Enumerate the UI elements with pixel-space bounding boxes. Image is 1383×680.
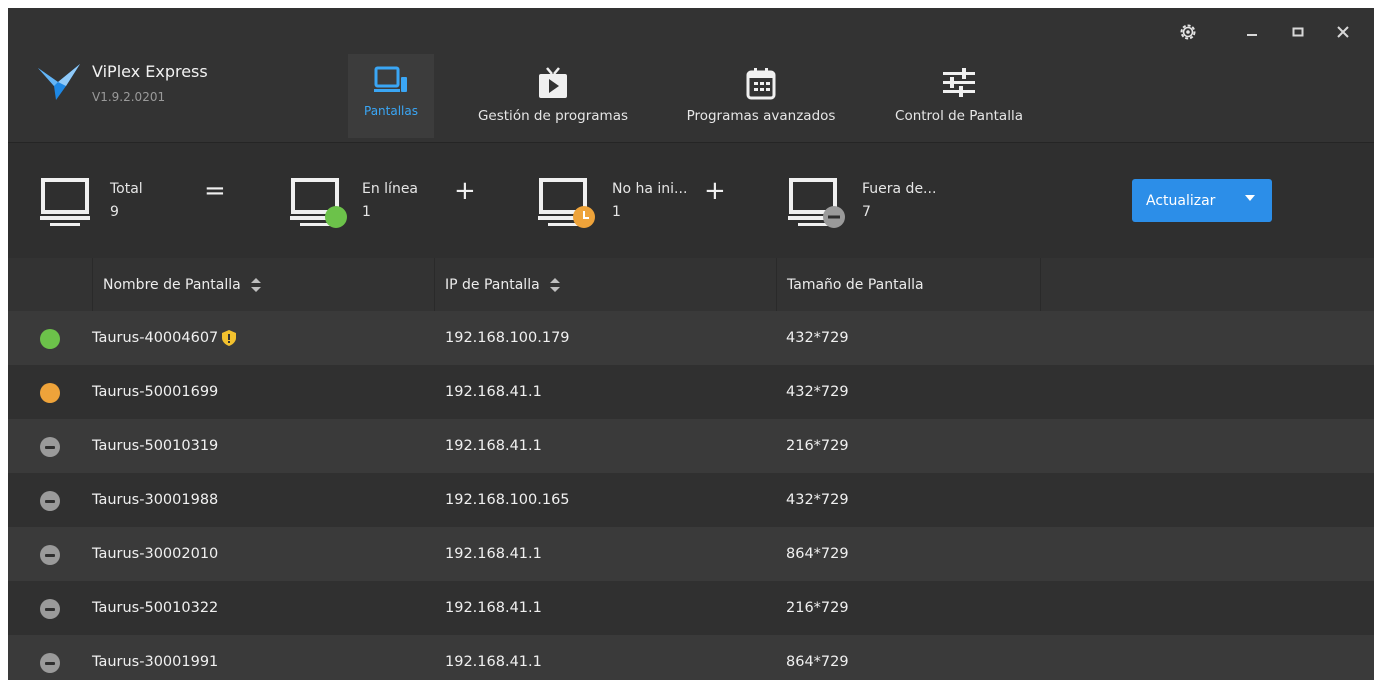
cell-size: 432*729 [786, 492, 849, 508]
monitor-icon [40, 178, 90, 226]
status-offline-icon [40, 653, 60, 673]
column-header-size[interactable]: Tamaño de Pantalla [776, 258, 1040, 311]
stat-offline: Fuera de... 7 [788, 177, 948, 228]
calendar-icon [746, 68, 776, 100]
settings-button[interactable] [1176, 22, 1200, 42]
nav-tab-control-pantalla[interactable]: Control de Pantalla [884, 54, 1034, 138]
stat-offline-count: 7 [862, 204, 871, 220]
cell-name: Taurus-30001991 [92, 654, 219, 670]
cell-ip: 192.168.41.1 [445, 438, 542, 454]
cell-name: Taurus-30002010 [92, 546, 219, 562]
monitor-offline-icon [788, 178, 845, 228]
nav-tab-programas-avanzados[interactable]: Programas avanzados [680, 54, 842, 138]
app-name: ViPlex Express [92, 62, 208, 81]
stat-total-label: Total [110, 181, 143, 197]
app-window: ViPlex Express V1.9.2.0201 Pantallas Ges… [8, 8, 1374, 680]
table-row[interactable]: Taurus-50010322 192.168.41.1 216*729 [8, 581, 1374, 635]
cell-name: Taurus-50001699 [92, 384, 219, 400]
minimize-button[interactable] [1240, 22, 1264, 42]
cell-ip: 192.168.41.1 [445, 654, 542, 670]
cell-size: 864*729 [786, 546, 849, 562]
screen-device-icon [374, 66, 407, 92]
close-button[interactable] [1331, 22, 1355, 42]
stat-online-label: En línea [362, 181, 419, 197]
table-row[interactable]: Taurus-30001991 192.168.41.1 864*729 [8, 635, 1374, 680]
monitor-pending-icon [538, 178, 595, 228]
app-version: V1.9.2.0201 [92, 90, 166, 104]
table-row[interactable]: Taurus-30001988 192.168.100.165 432*729 [8, 473, 1374, 527]
stat-not-started-count: 1 [612, 204, 621, 220]
sliders-icon [943, 68, 975, 97]
play-tv-icon [539, 67, 567, 98]
column-header-label: Nombre de Pantalla [103, 276, 241, 293]
stat-not-started: No ha ini... 1 [538, 177, 698, 228]
cell-size: 216*729 [786, 438, 849, 454]
cell-ip: 192.168.100.179 [445, 330, 570, 346]
stat-total-count: 9 [110, 204, 119, 220]
plus-sign: + [454, 176, 476, 206]
maximize-button[interactable] [1286, 22, 1310, 42]
table-header: Nombre de Pantalla IP de Pantalla Tamaño… [8, 258, 1374, 311]
plus-sign: + [704, 176, 726, 206]
gear-icon [1180, 24, 1196, 40]
cell-name: Taurus-30001988 [92, 492, 219, 508]
nav-tab-label: Gestión de programas [477, 108, 629, 124]
status-offline-icon [40, 599, 60, 619]
warning-shield-icon[interactable] [222, 330, 237, 346]
maximize-icon [1292, 27, 1304, 37]
status-online-icon [40, 329, 60, 349]
viplex-logo-icon [38, 64, 80, 100]
monitor-online-icon [290, 178, 347, 228]
cell-ip: 192.168.41.1 [445, 384, 542, 400]
stat-total: Total 9 [40, 177, 160, 227]
table-row[interactable]: Taurus-30002010 192.168.41.1 864*729 [8, 527, 1374, 581]
minimize-icon [1247, 34, 1257, 36]
status-offline-icon [40, 491, 60, 511]
column-header-ip[interactable]: IP de Pantalla [434, 258, 776, 311]
column-header-label: Tamaño de Pantalla [787, 276, 924, 293]
cell-size: 864*729 [786, 654, 849, 670]
cell-name: Taurus-50010319 [92, 438, 219, 454]
nav-tab-label: Pantallas [364, 104, 418, 118]
nav-tab-gestion-programas[interactable]: Gestión de programas [468, 54, 638, 138]
stat-online-count: 1 [362, 204, 371, 220]
nav-tab-label: Programas avanzados [686, 108, 836, 124]
cell-ip: 192.168.100.165 [445, 492, 570, 508]
cell-ip: 192.168.41.1 [445, 546, 542, 562]
table-row[interactable]: Taurus-50001699 192.168.41.1 432*729 [8, 365, 1374, 419]
cell-name: Taurus-40004607 [92, 330, 219, 346]
status-offline-icon [40, 437, 60, 457]
table-row[interactable]: Taurus-50010319 192.168.41.1 216*729 [8, 419, 1374, 473]
cell-name: Taurus-50010322 [92, 600, 219, 616]
table-body: Taurus-40004607 192.168.100.179 432*729 … [8, 311, 1374, 680]
close-icon [1337, 26, 1349, 38]
refresh-button-label: Actualizar [1146, 192, 1216, 209]
cell-size: 216*729 [786, 600, 849, 616]
dropdown-caret-icon[interactable] [1245, 195, 1255, 203]
stat-not-started-label: No ha ini... [612, 181, 688, 197]
sort-icon[interactable] [250, 277, 261, 292]
refresh-button[interactable]: Actualizar [1132, 179, 1272, 222]
status-offline-icon [40, 545, 60, 565]
column-header-label: IP de Pantalla [445, 276, 540, 293]
cell-size: 432*729 [786, 330, 849, 346]
stat-offline-label: Fuera de... [862, 181, 937, 197]
cell-ip: 192.168.41.1 [445, 600, 542, 616]
nav-tab-label: Control de Pantalla [895, 108, 1023, 124]
status-pending-icon [40, 383, 60, 403]
cell-size: 432*729 [786, 384, 849, 400]
stat-online: En línea 1 [290, 177, 430, 228]
sort-icon[interactable] [549, 277, 560, 292]
column-header-empty [1040, 258, 1374, 311]
table-row[interactable]: Taurus-40004607 192.168.100.179 432*729 [8, 311, 1374, 365]
column-header-name[interactable]: Nombre de Pantalla [92, 258, 434, 311]
top-nav-bar: ViPlex Express V1.9.2.0201 Pantallas Ges… [8, 8, 1374, 143]
nav-tab-pantallas[interactable]: Pantallas [348, 54, 434, 138]
equals-sign: = [204, 176, 226, 206]
